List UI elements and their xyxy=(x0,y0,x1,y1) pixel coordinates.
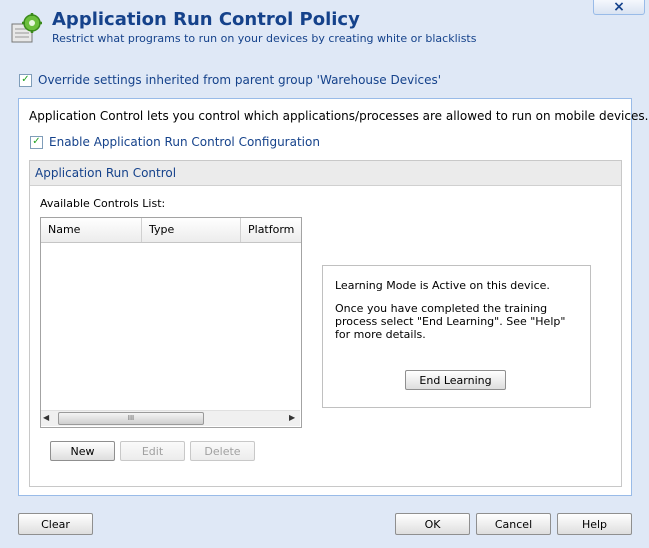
scroll-right-icon[interactable]: ▶ xyxy=(289,410,295,425)
override-checkbox[interactable]: ✓ xyxy=(19,73,32,87)
controls-list-label: Available Controls List: xyxy=(40,197,166,210)
enable-row: ✓ Enable Application Run Control Configu… xyxy=(30,135,320,149)
learning-mode-instructions: Once you have completed the training pro… xyxy=(335,302,566,341)
controls-grid[interactable] xyxy=(40,217,302,428)
description-text: Application Control lets you control whi… xyxy=(29,109,649,123)
grid-header: Name Type Platform xyxy=(41,218,301,243)
clear-button[interactable]: Clear xyxy=(18,513,93,535)
column-header-name[interactable]: Name xyxy=(41,218,142,242)
end-learning-button[interactable]: End Learning xyxy=(405,370,506,390)
run-control-panel-title: Application Run Control xyxy=(35,166,177,180)
learning-mode-status: Learning Mode is Active on this device. xyxy=(335,279,550,292)
checkmark-icon: ✓ xyxy=(32,136,41,147)
page-title: Application Run Control Policy xyxy=(52,9,360,30)
enable-checkbox[interactable]: ✓ xyxy=(30,135,43,149)
override-row: ✓ Override settings inherited from paren… xyxy=(19,73,441,87)
gear-grid-icon xyxy=(11,13,42,43)
checkmark-icon: ✓ xyxy=(21,74,30,85)
close-button[interactable]: × xyxy=(593,0,645,15)
edit-button[interactable]: Edit xyxy=(120,441,185,461)
scrollbar-thumb[interactable]: III xyxy=(58,412,204,425)
new-button[interactable]: New xyxy=(50,441,115,461)
help-button[interactable]: Help xyxy=(557,513,632,535)
close-icon: × xyxy=(613,0,625,15)
column-header-platform[interactable]: Platform xyxy=(241,218,301,242)
enable-label[interactable]: Enable Application Run Control Configura… xyxy=(49,135,320,149)
scrollbar-grip: III xyxy=(127,414,135,422)
column-header-type[interactable]: Type xyxy=(142,218,241,242)
delete-button[interactable]: Delete xyxy=(190,441,255,461)
scroll-left-icon[interactable]: ◀ xyxy=(43,410,49,425)
cancel-button[interactable]: Cancel xyxy=(476,513,551,535)
override-label[interactable]: Override settings inherited from parent … xyxy=(38,73,441,87)
page-subtitle: Restrict what programs to run on your de… xyxy=(52,32,477,45)
ok-button[interactable]: OK xyxy=(395,513,470,535)
